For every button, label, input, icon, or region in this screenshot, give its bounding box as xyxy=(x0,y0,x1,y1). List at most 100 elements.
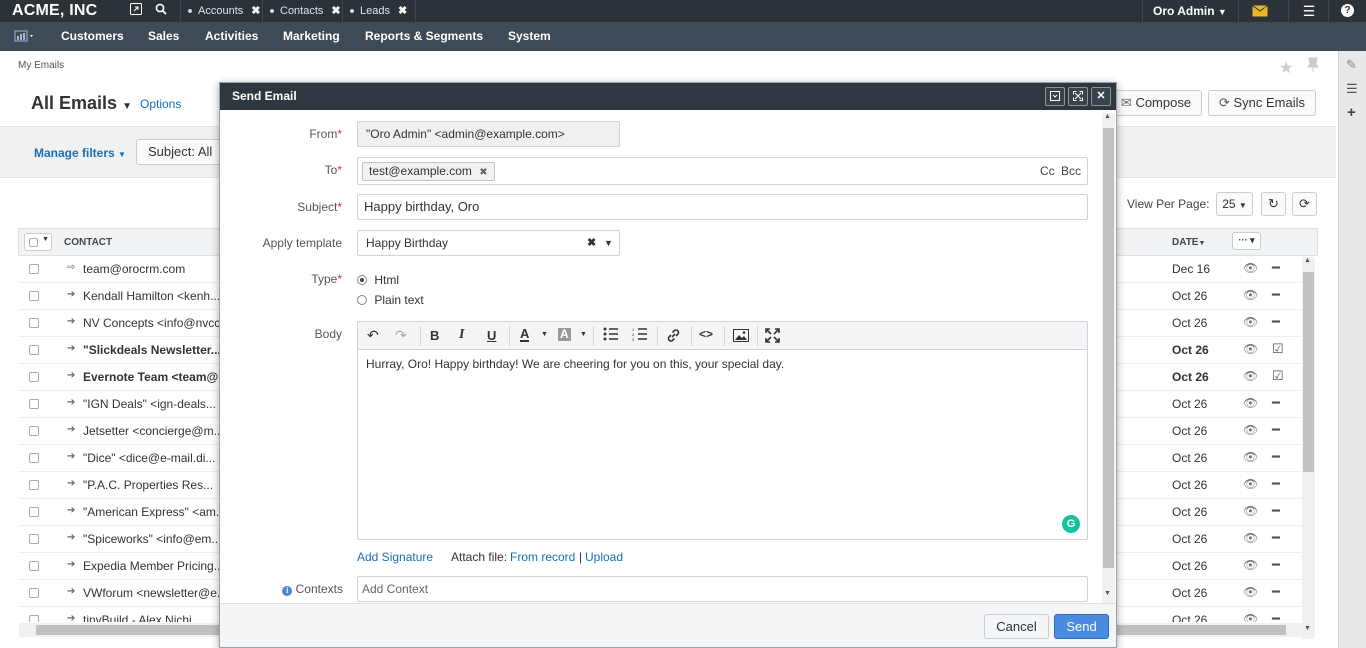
caret-down-icon[interactable]: ▼ xyxy=(541,331,548,338)
minimize-icon[interactable] xyxy=(1045,87,1065,106)
column-header-date[interactable]: DATE▼ xyxy=(1172,237,1205,248)
upload-link[interactable]: Upload xyxy=(585,550,623,564)
view-icon[interactable]: 👁 xyxy=(1243,423,1258,437)
brand-logo[interactable]: ACME, INC xyxy=(12,2,97,20)
subject-filter[interactable]: Subject: All xyxy=(136,139,226,165)
mark-unread-icon[interactable]: ━ xyxy=(1272,611,1280,622)
dashboard-icon[interactable] xyxy=(14,30,36,44)
grammarly-icon[interactable]: G xyxy=(1062,515,1080,533)
send-button[interactable]: Send xyxy=(1054,614,1109,639)
user-menu[interactable]: Oro Admin ▼ xyxy=(1153,0,1227,22)
clear-icon[interactable]: ✖ xyxy=(587,231,596,255)
view-icon[interactable]: 👁 xyxy=(1243,612,1258,622)
view-icon[interactable]: 👁 xyxy=(1243,288,1258,302)
type-html-radio[interactable]: Html xyxy=(357,273,399,287)
bold-icon[interactable]: B xyxy=(430,328,439,343)
options-link[interactable]: Options xyxy=(140,97,181,111)
info-icon[interactable]: i xyxy=(282,586,293,596)
background-color-icon[interactable]: A xyxy=(558,328,571,341)
mark-unread-icon[interactable]: ━ xyxy=(1272,449,1280,465)
view-icon[interactable]: 👁 xyxy=(1243,531,1258,545)
row-checkbox[interactable] xyxy=(29,345,39,355)
image-icon[interactable] xyxy=(733,329,749,345)
scroll-down-icon[interactable]: ▼ xyxy=(1304,625,1311,632)
pinned-tab-contacts[interactable]: Contacts ✖ xyxy=(270,0,341,22)
star-icon[interactable]: ★ xyxy=(1279,58,1293,78)
add-signature-link[interactable]: Add Signature xyxy=(357,550,433,564)
undo-icon[interactable]: ↶ xyxy=(367,327,379,344)
nav-sales[interactable]: Sales xyxy=(148,22,179,51)
mark-unread-icon[interactable]: ━ xyxy=(1272,260,1280,276)
maximize-icon[interactable] xyxy=(1068,87,1088,106)
sync-emails-button[interactable]: ⟳ Sync Emails xyxy=(1208,90,1316,116)
view-icon[interactable]: 👁 xyxy=(1243,450,1258,464)
view-icon[interactable]: 👁 xyxy=(1243,342,1258,356)
close-icon[interactable]: ✖ xyxy=(398,5,407,17)
view-icon[interactable]: 👁 xyxy=(1243,477,1258,491)
pin-icon[interactable] xyxy=(1306,57,1320,73)
close-icon[interactable]: ✖ xyxy=(331,5,340,17)
caret-down-icon[interactable]: ▼ xyxy=(122,101,132,112)
row-checkbox[interactable] xyxy=(29,318,39,328)
recipient-tag[interactable]: test@example.com ✖ xyxy=(362,162,495,181)
subject-input[interactable]: Happy birthday, Oro xyxy=(357,194,1088,220)
template-select[interactable]: Happy Birthday ✖ ▼ xyxy=(357,230,620,256)
shortcuts-icon[interactable] xyxy=(128,3,144,19)
link-icon[interactable] xyxy=(666,328,681,346)
mark-unread-icon[interactable]: ━ xyxy=(1272,503,1280,519)
mark-unread-icon[interactable]: ━ xyxy=(1272,314,1280,330)
compose-button[interactable]: ✉ Compose xyxy=(1110,90,1202,116)
text-color-icon[interactable]: A xyxy=(520,327,530,342)
plus-icon[interactable]: + xyxy=(1347,104,1356,121)
row-checkbox[interactable] xyxy=(29,561,39,571)
row-checkbox[interactable] xyxy=(29,264,39,274)
reset-button[interactable]: ↻ xyxy=(1261,192,1286,216)
row-checkbox[interactable] xyxy=(29,453,39,463)
help-icon[interactable]: ? xyxy=(1341,4,1354,17)
redo-icon[interactable]: ↷ xyxy=(395,327,407,344)
view-icon[interactable]: 👁 xyxy=(1243,396,1258,410)
body-content[interactable]: Hurray, Oro! Happy birthday! We are chee… xyxy=(366,357,1066,371)
scrollbar-thumb[interactable] xyxy=(1303,272,1314,472)
menu-icon[interactable]: ☰ xyxy=(1301,3,1317,19)
row-checkbox[interactable] xyxy=(29,588,39,598)
view-icon[interactable]: 👁 xyxy=(1243,504,1258,518)
manage-filters-button[interactable]: Manage filters ▼ xyxy=(34,146,126,160)
scroll-up-icon[interactable]: ▲ xyxy=(1104,113,1111,120)
nav-activities[interactable]: Activities xyxy=(205,22,258,51)
mail-notification-icon[interactable]: 3 xyxy=(1252,5,1270,17)
bullet-list-icon[interactable] xyxy=(603,327,619,344)
type-plain-text-radio[interactable]: Plain text xyxy=(357,293,424,307)
list-icon[interactable]: ☰ xyxy=(1346,81,1358,97)
scroll-down-icon[interactable]: ▼ xyxy=(1104,590,1111,597)
bcc-link[interactable]: Bcc xyxy=(1061,164,1081,178)
view-icon[interactable]: 👁 xyxy=(1243,585,1258,599)
select-all-checkbox[interactable]: ▼ xyxy=(24,233,52,251)
from-field[interactable]: "Oro Admin" <admin@example.com> xyxy=(357,121,620,147)
to-field[interactable]: test@example.com ✖ Cc Bcc xyxy=(357,157,1088,185)
nav-customers[interactable]: Customers xyxy=(61,22,124,51)
mark-read-icon[interactable]: ☑ xyxy=(1272,341,1284,357)
search-icon[interactable] xyxy=(153,3,169,19)
scroll-up-icon[interactable]: ▲ xyxy=(1304,257,1311,264)
row-checkbox[interactable] xyxy=(29,426,39,436)
column-header-contact[interactable]: CONTACT xyxy=(64,237,112,248)
code-icon[interactable]: <> xyxy=(699,327,713,341)
remove-recipient-icon[interactable]: ✖ xyxy=(479,167,487,178)
mark-read-icon[interactable]: ☑ xyxy=(1272,368,1284,384)
mark-unread-icon[interactable]: ━ xyxy=(1272,557,1280,573)
grid-vertical-scrollbar[interactable]: ▲ ▼ xyxy=(1302,257,1315,639)
caret-down-icon[interactable]: ▼ xyxy=(580,331,587,338)
row-checkbox[interactable] xyxy=(29,399,39,409)
mark-unread-icon[interactable]: ━ xyxy=(1272,287,1280,303)
contexts-input[interactable]: Add Context xyxy=(357,576,1088,602)
close-icon[interactable]: ✕ xyxy=(1091,87,1111,106)
row-checkbox[interactable] xyxy=(29,480,39,490)
row-checkbox[interactable] xyxy=(29,615,39,622)
fullscreen-icon[interactable] xyxy=(765,328,780,346)
mark-unread-icon[interactable]: ━ xyxy=(1272,476,1280,492)
mark-unread-icon[interactable]: ━ xyxy=(1272,530,1280,546)
cc-link[interactable]: Cc xyxy=(1040,164,1055,178)
nav-system[interactable]: System xyxy=(508,22,551,51)
view-icon[interactable]: 👁 xyxy=(1243,261,1258,275)
